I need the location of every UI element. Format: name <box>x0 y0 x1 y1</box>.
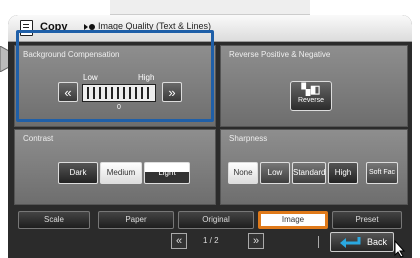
sharpness-low-button[interactable]: Low <box>260 162 290 184</box>
slider-tick <box>123 87 125 99</box>
sharpness-none-button[interactable]: None <box>228 162 258 184</box>
high-label: High <box>138 73 155 82</box>
contrast-dark-button[interactable]: Dark <box>58 162 98 184</box>
slider-tick <box>147 87 149 99</box>
reverse-label: Reverse Positive & Negative <box>229 50 331 59</box>
low-label: Low <box>83 73 98 82</box>
reverse-button-label: Reverse <box>297 97 325 104</box>
next-page-button[interactable]: » <box>248 233 264 249</box>
selection-highlight <box>16 30 214 122</box>
back-arrow-icon <box>340 237 361 248</box>
contrast-medium-button[interactable]: Medium <box>100 162 142 184</box>
sharpness-high-button[interactable]: High <box>328 162 358 184</box>
decrease-button[interactable]: « <box>58 82 78 102</box>
contrast-label: Contrast <box>23 134 54 143</box>
top-strip <box>110 0 310 15</box>
center-zero-label: 0 <box>117 104 121 111</box>
divider <box>318 236 319 248</box>
back-button[interactable]: Back <box>330 232 394 252</box>
contrast-light-button[interactable]: Light <box>144 162 190 184</box>
tab-image[interactable]: Image <box>258 211 328 229</box>
screenshot: Copy Image Quality (Text & Lines) Backgr… <box>0 0 420 258</box>
slider-tick <box>141 87 143 99</box>
tab-original[interactable]: Original <box>178 211 254 229</box>
tab-scale[interactable]: Scale <box>18 211 90 229</box>
slider-tick <box>105 87 107 99</box>
page-indicator: 1 / 2 <box>203 236 219 245</box>
slider-tick <box>87 87 89 99</box>
slider-tick <box>129 87 131 99</box>
reverse-button[interactable]: ▚◧ Reverse <box>290 81 332 111</box>
slider-tick <box>135 87 137 99</box>
sharpness-soft-fac-button[interactable]: Soft Fac <box>366 162 398 184</box>
compensation-slider[interactable] <box>82 84 156 102</box>
slider-tick <box>117 87 119 99</box>
slider-tick <box>111 87 113 99</box>
slider-tick <box>99 87 101 99</box>
increase-button[interactable]: » <box>162 82 182 102</box>
sharpness-standard-button[interactable]: Standard <box>292 162 326 184</box>
tab-preset[interactable]: Preset <box>332 211 402 229</box>
tab-bar: Scale Paper Original Image Preset <box>18 211 402 229</box>
slider-tick <box>93 87 95 99</box>
prev-page-button[interactable]: « <box>171 233 187 249</box>
reverse-icon: ▚◧ <box>301 84 321 96</box>
mouse-cursor-icon <box>394 240 406 258</box>
back-label: Back <box>367 237 388 247</box>
tab-paper[interactable]: Paper <box>98 211 174 229</box>
sharpness-label: Sharpness <box>229 134 268 143</box>
